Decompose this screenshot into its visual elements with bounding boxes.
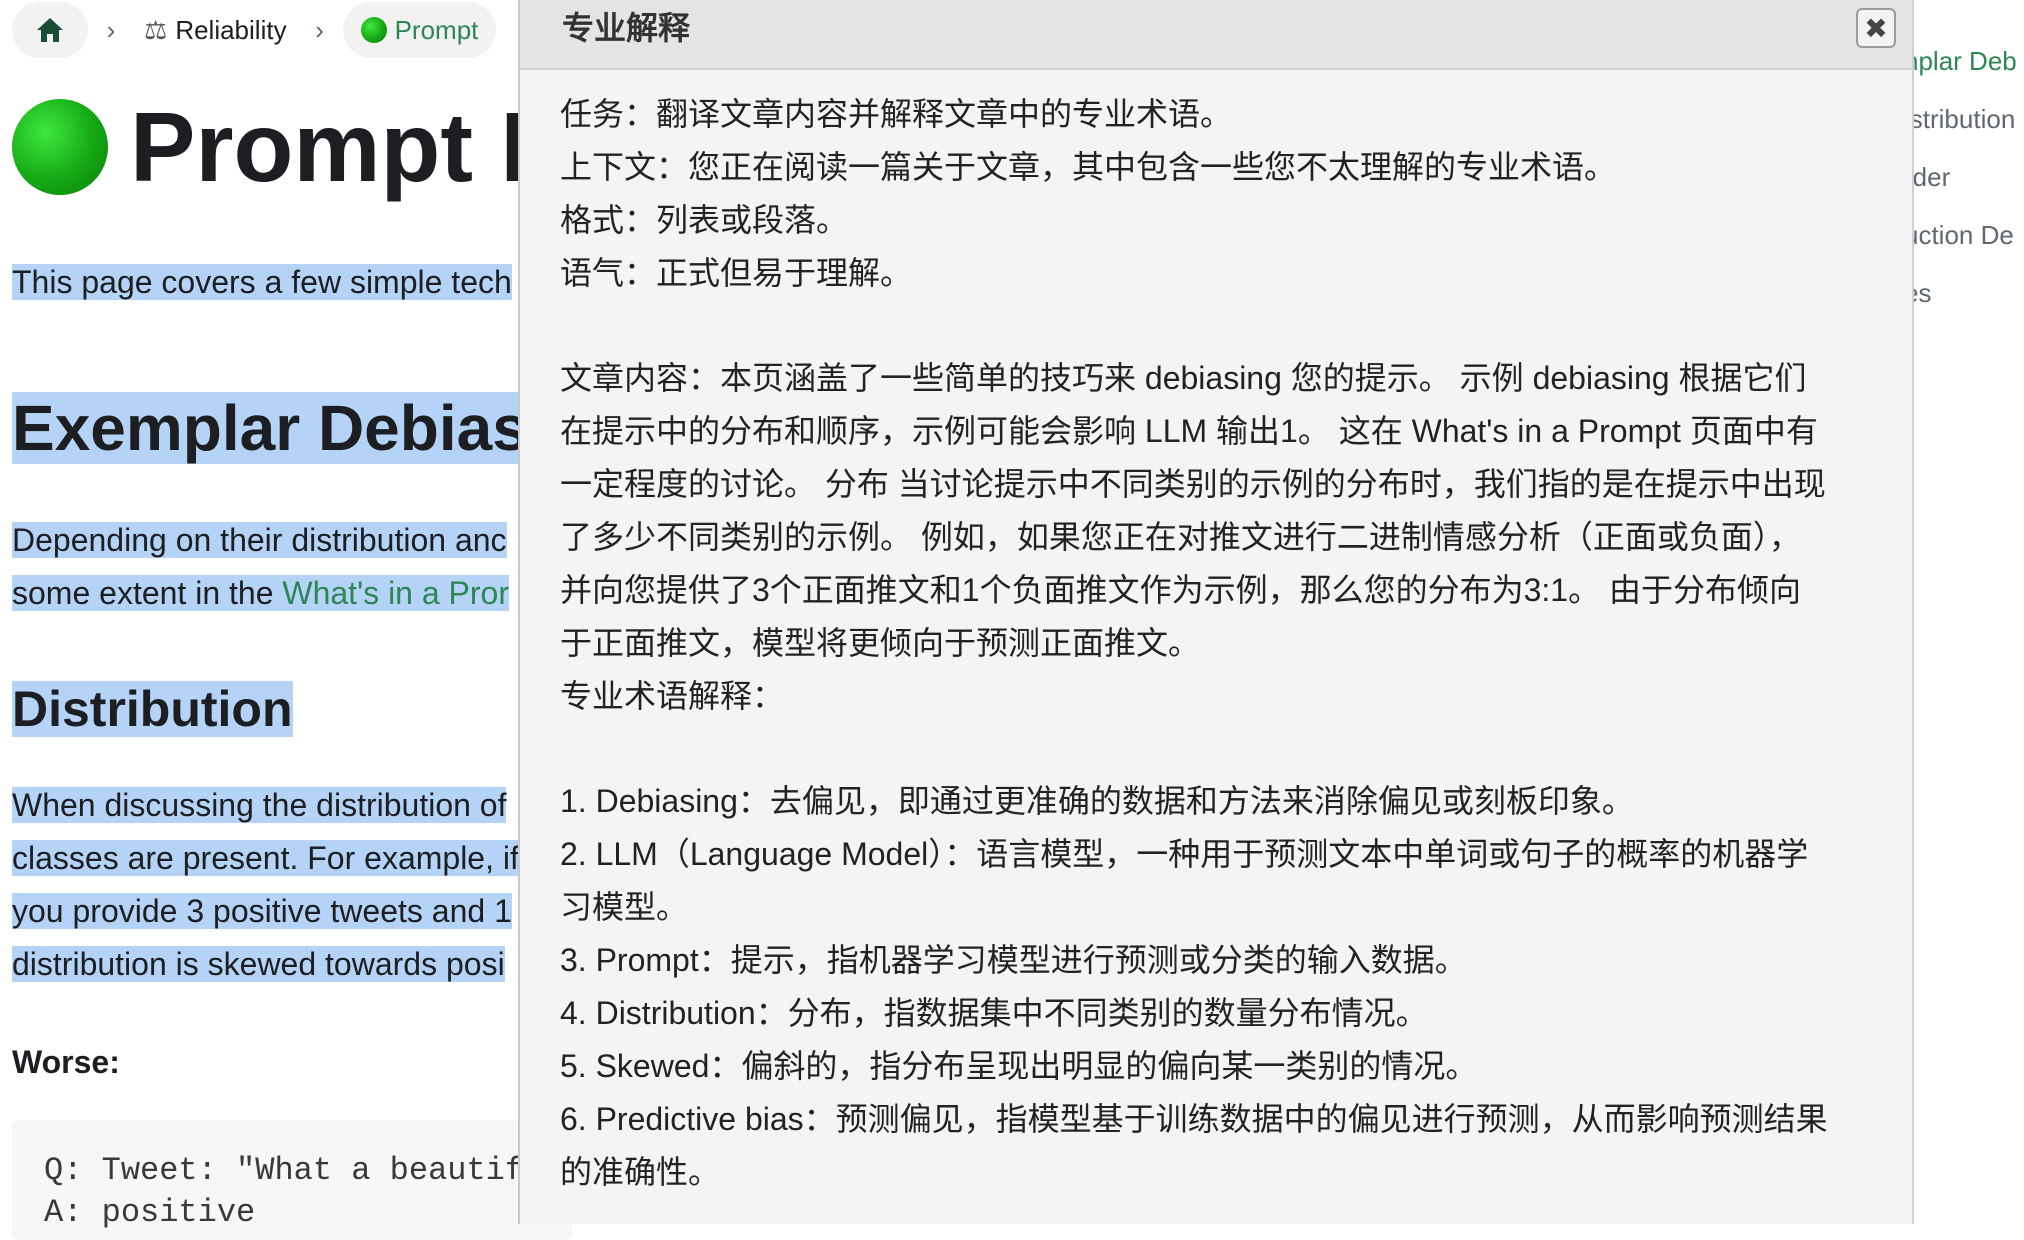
article-line: 在提示中的分布和顺序，示例可能会影响 LLM 输出1。 这在 What's in… [560,413,1818,449]
scale-icon: ⚖ [144,14,168,45]
term-line: 1. Debiasing：去偏见，即通过更准确的数据和方法来消除偏见或刻板印象。 [560,783,1634,819]
exemplar-paragraph: Depending on their distribution anc some… [12,514,509,620]
article-line: 并向您提供了3个正面推文和1个负面推文作为示例，那么您的分布为3:1。 由于分布… [560,572,1801,608]
intro-paragraph: This page covers a few simple tech [12,256,512,309]
term-line: 3. Prompt：提示，指机器学习模型进行预测或分类的输入数据。 [560,942,1467,978]
breadcrumb-separator: › [106,14,116,45]
breadcrumb-label: Prompt [394,14,479,45]
page-title-text: Prompt D [130,91,571,202]
format-line: 格式：列表或段落。 [560,202,849,238]
home-icon [37,18,63,42]
panel-title: 专业解释 [562,10,691,46]
task-line: 任务：翻译文章内容并解释文章中的专业术语。 [560,96,1233,132]
context-line: 上下文：您正在阅读一篇关于文章，其中包含一些您不太理解的专业术语。 [560,149,1617,185]
panel-header[interactable]: 专业解释 ✖ [520,0,1912,70]
paragraph-line: classes are present. For example, if [12,840,519,876]
panel-body: 任务：翻译文章内容并解释文章中的专业术语。 上下文：您正在阅读一篇关于文章，其中… [560,88,1880,1199]
paragraph-line: distribution is skewed towards posi [12,946,505,982]
breadcrumb-home[interactable] [12,2,88,58]
green-circle-icon [360,17,387,43]
article-line: 于正面推文，模型将更倾向于预测正面推文。 [560,625,1201,661]
term-line: 4. Distribution：分布，指数据集中不同类别的数量分布情况。 [560,995,1428,1031]
breadcrumb-label: Reliability [175,14,287,45]
article-line: 一定程度的讨论。 分布 当讨论提示中不同类别的示例的分布时，我们指的是在提示中出… [560,466,1826,502]
term-line: 习模型。 [560,889,689,925]
term-line: 6. Predictive bias：预测偏见，指模型基于训练数据中的偏见进行预… [560,1101,1828,1137]
toc-item-instruction-debiasing[interactable]: uction De [1914,220,2014,251]
toc-item-order[interactable]: rder [1914,162,1950,193]
paragraph-line: you provide 3 positive tweets and 1 [12,893,512,929]
green-circle-icon [12,99,108,195]
code-line: Q: Tweet: "What a beautifu [44,1152,544,1189]
tone-line: 语气：正式但易于理解。 [560,255,913,291]
explanation-panel: 专业解释 ✖ 任务：翻译文章内容并解释文章中的专业术语。 上下文：您正在阅读一篇… [518,0,1914,1224]
page-title: Prompt D [12,92,571,202]
code-line: A: positive [44,1194,256,1231]
breadcrumb: › ⚖ Reliability › Prompt [12,0,497,60]
term-line: 2. LLM（Language Model）：语言模型，一种用于预测文本中单词或… [560,836,1809,872]
paragraph-line: Depending on their distribution anc [12,522,507,558]
intro-text: This page covers a few simple tech [12,264,512,300]
paragraph-line: When discussing the distribution of [12,787,507,823]
distribution-paragraph: When discussing the distribution of clas… [12,779,519,991]
article-line: 了多少不同类别的示例。 例如，如果您正在对推文进行二进制情感分析（正面或负面）， [560,519,1801,555]
term-line: 5. Skewed：偏斜的，指分布呈现出明显的偏向某一类别的情况。 [560,1048,1478,1084]
toc-item-exemplar-debiasing[interactable]: nplar Deb [1914,46,2017,77]
article-line: 文章内容：本页涵盖了一些简单的技巧来 debiasing 您的提示。 示例 de… [560,360,1807,396]
section-heading-distribution[interactable]: Distribution [12,680,293,738]
section-heading-text: Distribution [12,681,293,737]
breadcrumb-item-reliability[interactable]: ⚖ Reliability [134,2,297,58]
section-heading-text: Exemplar Debiasi [12,392,546,464]
worse-label: Worse: [12,1044,120,1080]
toc-item-notes[interactable]: es [1914,278,1931,309]
breadcrumb-separator: › [315,14,324,45]
terms-heading: 专业术语解释： [560,678,785,714]
section-heading-exemplar-debiasing[interactable]: Exemplar Debiasi [12,388,546,468]
paragraph-line: some extent in the [12,575,283,611]
whats-in-a-prompt-link[interactable]: What's in a Pror [282,575,509,611]
close-icon: ✖ [1864,12,1888,44]
close-button[interactable]: ✖ [1856,8,1896,48]
toc-item-distribution[interactable]: istribution [1914,104,2015,135]
term-line: 的准确性。 [560,1154,721,1190]
code-block: Q: Tweet: "What a beautifu A: positive [12,1120,572,1240]
table-of-contents: nplar Deb istribution rder uction De es [1912,40,2024,1224]
breadcrumb-item-prompt[interactable]: Prompt [342,2,497,58]
